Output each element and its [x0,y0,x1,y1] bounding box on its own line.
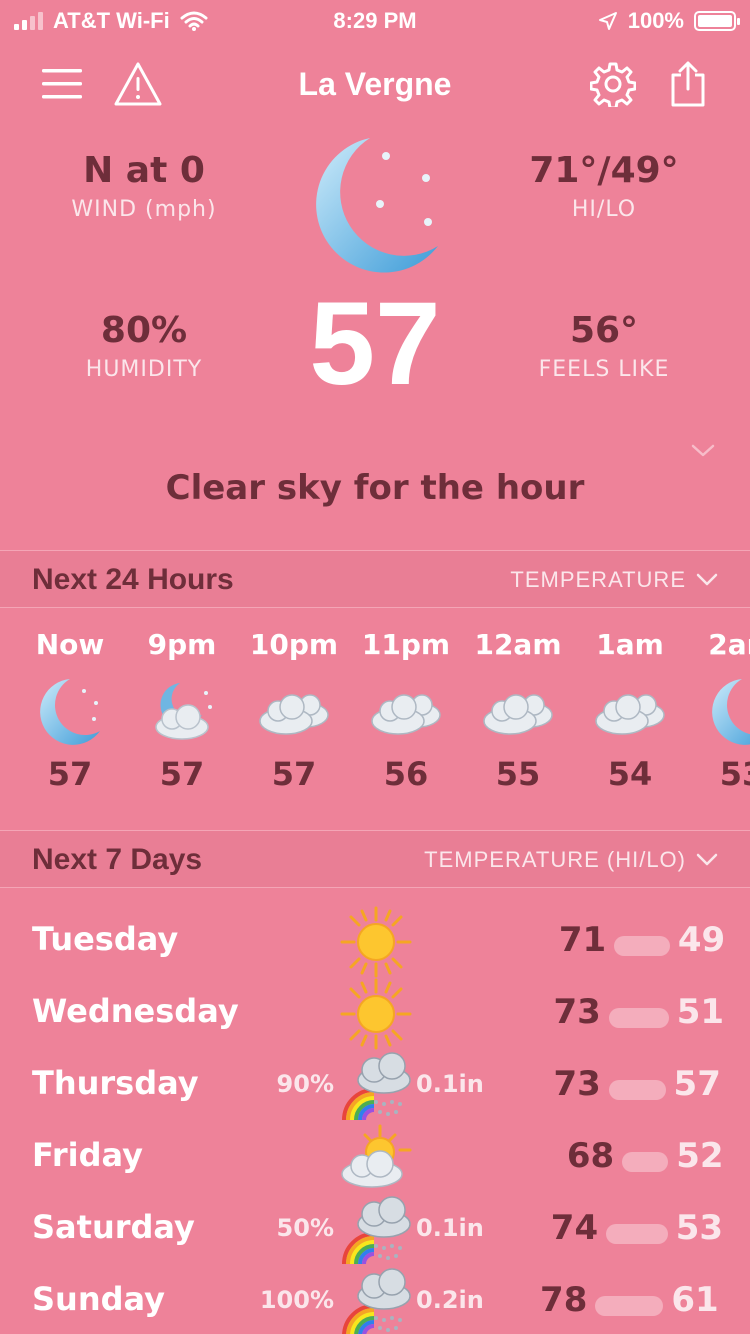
hour-label: 10pm [249,628,339,661]
hour-temp: 55 [495,755,541,793]
hilo-stat: 71°/49° HI/LO [494,150,714,222]
day-low: 49 [677,920,726,960]
cloud-icon [462,671,574,751]
day-name: Wednesday [32,992,239,1030]
hour-temp: 54 [607,755,653,793]
hour-label: 1am [596,628,664,661]
share-button[interactable] [662,58,714,110]
hour-label: 9pm [147,628,217,661]
hourly-item: 10pm 57 [238,628,350,793]
moon-icon [14,671,126,751]
day-high: 73 [553,1064,601,1104]
gear-icon [590,62,636,107]
temp-range-bar [622,1152,669,1172]
temp-range-bar [608,1008,669,1028]
hour-label: 2am [708,628,750,661]
precip-amount: 0.1in [416,1214,484,1242]
day-high: 78 [540,1280,588,1320]
status-right: 100% [598,8,740,34]
precip-chance: 90% [276,1070,334,1098]
status-bar: AT&T Wi-Fi 8:29 PM 100% [0,0,750,40]
hourly-item: 12am 55 [462,628,574,793]
day-high: 74 [550,1208,599,1248]
day-name: Sunday [32,1280,165,1318]
rain-rainbow-icon [338,1050,414,1122]
conditions-summary: Clear sky for the hour [165,468,585,508]
precip-amount: 0.2in [416,1286,484,1314]
day-name: Friday [32,1136,143,1174]
wind-label: WIND (mph) [71,197,217,222]
share-icon [671,61,705,107]
temp-range-bar [606,1224,668,1244]
chevron-down-icon [696,853,718,866]
precip-chance: 50% [276,1214,334,1242]
hourly-item: 11pm 56 [350,628,462,793]
day-low: 57 [673,1064,721,1104]
battery-percent: 100% [627,8,684,33]
expand-chevron-icon[interactable] [690,440,716,460]
day-low: 53 [675,1208,724,1248]
hourly-metric-label: TEMPERATURE [510,567,686,592]
daily-row[interactable]: Friday 68 52 [0,1122,750,1194]
cloud-icon [350,671,462,751]
daily-row[interactable]: Tuesday 71 49 [0,906,750,978]
hilo-value: 71°/49° [529,150,679,191]
hour-label: 11pm [361,628,451,661]
day-name: Thursday [32,1064,199,1102]
rain-rainbow-icon [338,1266,414,1334]
hour-label: 12am [474,628,562,661]
hour-temp: 57 [271,755,317,793]
moon-stars-icon [316,138,438,273]
hour-temp: 57 [159,755,205,793]
location-arrow-icon [598,12,617,30]
hour-temp: 57 [47,755,93,793]
day-high: 71 [558,920,607,960]
moon-icon [686,671,750,751]
hourly-item: Now 57 [14,628,126,793]
hour-label: Now [35,628,105,661]
hourly-item: 2am 53 [686,628,750,793]
sun-cloud-icon [338,1122,414,1194]
daily-row[interactable]: Wednesday 73 51 [0,978,750,1050]
daily-section-header: Next 7 Days TEMPERATURE (HI/LO) [0,830,750,888]
hourly-title: Next 24 Hours [32,563,234,596]
wind-stat: N at 0 WIND (mph) [34,150,254,222]
hilo-label: HI/LO [571,197,637,222]
settings-button[interactable] [587,58,639,110]
daily-metric-selector[interactable]: TEMPERATURE (HI/LO) [424,847,718,873]
hour-temp: 53 [719,755,750,793]
daily-metric-label: TEMPERATURE (HI/LO) [424,847,686,872]
day-name: Saturday [32,1208,195,1246]
daily-row[interactable]: Saturday 50% 0.1in 74 53 [0,1194,750,1266]
hour-temp: 56 [383,755,429,793]
moon-cloud-icon [126,671,238,751]
hourly-item: 1am 54 [574,628,686,793]
chevron-down-icon [696,573,718,586]
hourly-item: 9pm 57 [126,628,238,793]
temp-range-bar [608,1080,666,1100]
temp-range-bar [595,1296,664,1316]
sun-icon [338,906,414,978]
rain-rainbow-icon [338,1194,414,1266]
daily-title: Next 7 Days [32,843,203,876]
hourly-section-header: Next 24 Hours TEMPERATURE [0,550,750,608]
daily-row[interactable]: Thursday 90% 0.1in 73 57 [0,1050,750,1122]
day-low: 61 [671,1280,719,1320]
day-high: 73 [553,992,601,1032]
temp-range-bar [614,936,670,956]
sun-icon [338,978,414,1050]
cloud-icon [238,671,350,751]
day-low: 51 [676,992,725,1032]
current-temperature: 57 [309,278,441,410]
precip-amount: 0.1in [416,1070,484,1098]
wind-value: N at 0 [83,150,205,191]
precip-chance: 100% [259,1286,334,1314]
cloud-icon [574,671,686,751]
daily-row[interactable]: Sunday 100% 0.2in 78 61 [0,1266,750,1334]
day-high: 68 [566,1136,615,1176]
battery-icon [694,11,740,31]
day-name: Tuesday [32,920,179,958]
day-low: 52 [676,1136,724,1176]
hourly-metric-selector[interactable]: TEMPERATURE [510,567,718,593]
